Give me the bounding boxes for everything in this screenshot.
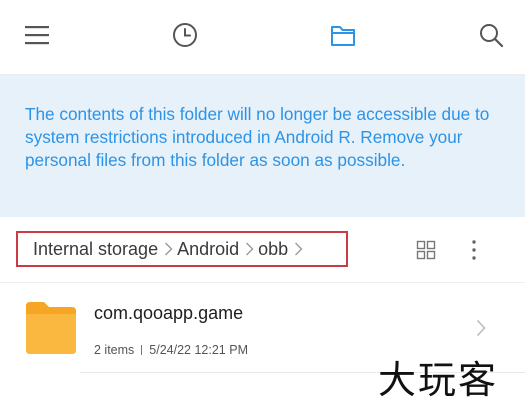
clock-icon[interactable]	[169, 19, 201, 51]
breadcrumb: Internal storage Android obb	[16, 231, 348, 267]
chevron-right-icon	[476, 319, 486, 337]
chevron-right-icon	[165, 242, 173, 256]
item-count: 2 items	[94, 343, 135, 357]
chevron-right-icon	[295, 242, 303, 256]
menu-icon[interactable]	[21, 19, 53, 51]
breadcrumb-android[interactable]: Android	[177, 239, 239, 260]
folder-tab-icon[interactable]	[327, 19, 359, 51]
grid-view-icon[interactable]	[416, 240, 436, 260]
restriction-notice: The contents of this folder will no long…	[0, 75, 525, 217]
top-toolbar	[0, 0, 525, 72]
file-name: com.qooapp.game	[94, 303, 244, 323]
chevron-right-icon	[246, 242, 254, 256]
watermark: 大玩客	[378, 358, 499, 402]
file-meta: 2 items 5/24/22 12:21 PM	[94, 343, 248, 357]
notice-text: The contents of this folder will no long…	[25, 104, 490, 170]
search-icon[interactable]	[475, 19, 507, 51]
breadcrumb-obb[interactable]: obb	[258, 239, 288, 260]
folder-icon	[26, 302, 76, 354]
meta-divider	[141, 345, 143, 355]
path-bar: Internal storage Android obb	[0, 218, 525, 282]
breadcrumb-internal-storage[interactable]: Internal storage	[33, 239, 158, 260]
modified-date: 5/24/22 12:21 PM	[149, 343, 248, 357]
more-options-icon[interactable]	[466, 238, 482, 262]
